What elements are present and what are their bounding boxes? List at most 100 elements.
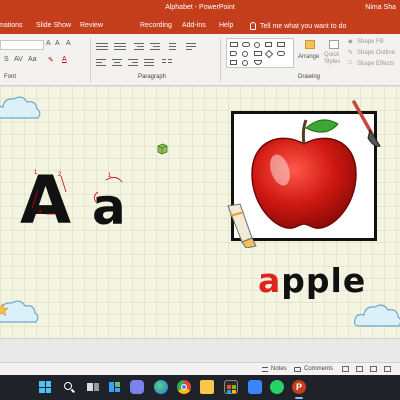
shape-outline-button[interactable]: Shape Outline ✎: [348, 49, 400, 58]
photos-icon[interactable]: [248, 380, 262, 394]
tab-recording[interactable]: Recording: [140, 22, 172, 29]
ribbon-tab-bar: mations Slide Show Review Recording Add-…: [0, 17, 400, 34]
paragraph-group-label: Paragraph: [138, 74, 167, 80]
powerpoint-icon[interactable]: P: [292, 380, 306, 394]
task-view-icon[interactable]: [86, 380, 100, 394]
active-app-indicator: [295, 397, 303, 399]
effects-icon: □: [348, 60, 352, 66]
justify-icon[interactable]: [144, 58, 154, 66]
slide-show-view-icon[interactable]: [384, 366, 391, 372]
window-title: Alphabet - PowerPoint: [165, 4, 235, 11]
font-color-icon[interactable]: A: [62, 56, 67, 63]
circle-shape-icon[interactable]: [242, 51, 248, 57]
tab-review[interactable]: Review: [80, 22, 103, 29]
shape-effects-button[interactable]: Shape Effects □: [348, 60, 400, 69]
word-rest: pple: [281, 261, 367, 300]
rectangle-shape-icon[interactable]: [277, 42, 285, 47]
arrange-button[interactable]: Arrange: [298, 38, 324, 68]
star-icon: [0, 304, 8, 316]
arrange-icon: [305, 40, 315, 49]
slide-canvas[interactable]: A a 1 2 3 1 apple: [0, 86, 400, 338]
char-spacing-icon[interactable]: AV: [14, 56, 23, 63]
arrange-label: Arrange: [298, 54, 320, 60]
align-right-icon[interactable]: [128, 58, 138, 66]
lightbulb-icon: [250, 22, 256, 30]
paint-tube-icon: [227, 203, 257, 248]
comments-button[interactable]: Comments: [294, 366, 333, 372]
textbox-shape-icon[interactable]: [265, 42, 272, 47]
shape-outline-label: Shape Outline: [357, 50, 396, 56]
tab-slide-show[interactable]: Slide Show: [36, 22, 71, 29]
grow-font-icon[interactable]: A: [46, 40, 51, 47]
teams-chat-icon[interactable]: [130, 380, 144, 394]
paint-bucket-icon: ◆: [348, 39, 353, 45]
columns-icon[interactable]: [162, 58, 172, 66]
flowchart-shape-icon[interactable]: [254, 60, 262, 65]
tell-me-search[interactable]: Tell me what you want to do: [250, 22, 346, 30]
tab-animations[interactable]: mations: [0, 22, 23, 29]
arrow-shape-icon[interactable]: [230, 51, 237, 56]
notes-pane[interactable]: [0, 338, 400, 362]
normal-view-icon[interactable]: [342, 366, 349, 372]
group-separator: [220, 38, 221, 82]
stroke-arrows: [31, 175, 123, 215]
whatsapp-icon[interactable]: [270, 380, 284, 394]
title-bar: Alphabet - PowerPoint Nima Sha: [0, 0, 400, 17]
comments-label: Comments: [304, 366, 334, 372]
search-icon[interactable]: [62, 380, 76, 394]
reading-view-icon[interactable]: [370, 366, 377, 372]
tab-add-ins[interactable]: Add-ins: [182, 22, 206, 29]
quick-styles-label: Quick Styles: [324, 52, 341, 65]
widgets-icon[interactable]: [108, 380, 122, 394]
drawing-group-label: Drawing: [298, 74, 321, 80]
diamond-shape-icon[interactable]: [264, 49, 274, 59]
user-name[interactable]: Nima Sha: [365, 4, 396, 11]
highlight-icon[interactable]: ✎: [48, 56, 54, 64]
shrink-font-icon[interactable]: A: [55, 40, 60, 47]
edge-icon[interactable]: [154, 380, 168, 394]
pen-icon: ✎: [348, 50, 354, 56]
rectangle-shape-icon[interactable]: [230, 42, 238, 47]
status-bar: Notes Comments: [0, 362, 400, 375]
word-first-letter: a: [258, 261, 282, 300]
quick-styles-button[interactable]: Quick Styles: [324, 38, 346, 70]
tab-help[interactable]: Help: [219, 22, 233, 29]
rectangle-shape-icon[interactable]: [254, 51, 262, 56]
numbering-icon[interactable]: [114, 42, 126, 50]
increase-indent-icon[interactable]: [150, 42, 160, 50]
clear-format-icon[interactable]: A: [66, 40, 71, 47]
cloud-icon: [353, 304, 400, 327]
callout-shape-icon[interactable]: [277, 51, 285, 56]
ribbon: A A A S AV Aa ✎ A Font Paragraph Arrange…: [0, 34, 400, 86]
notes-label: Notes: [271, 366, 287, 372]
rectangle-shape-icon[interactable]: [230, 60, 237, 65]
decrease-indent-icon[interactable]: [134, 42, 144, 50]
align-left-icon[interactable]: [96, 58, 106, 66]
font-name-box[interactable]: [0, 40, 44, 50]
quick-styles-icon: [329, 40, 339, 49]
font-group-label: Font: [4, 74, 17, 80]
cube-icon: [157, 143, 168, 155]
shape-fill-button[interactable]: Shape Fill ◆: [348, 38, 400, 47]
line-spacing-icon[interactable]: [166, 42, 176, 50]
bullets-icon[interactable]: [96, 42, 108, 50]
comments-icon: [294, 366, 301, 372]
windows-taskbar: P: [0, 375, 400, 400]
notes-button[interactable]: Notes: [262, 366, 287, 372]
change-case-icon[interactable]: Aa: [28, 56, 37, 63]
align-center-icon[interactable]: [112, 58, 122, 66]
example-word[interactable]: apple: [258, 264, 366, 297]
text-direction-icon[interactable]: [186, 42, 196, 50]
shape-fill-label: Shape Fill: [357, 39, 384, 45]
slide-sorter-icon[interactable]: [356, 366, 363, 372]
circle-shape-icon[interactable]: [242, 60, 248, 66]
tell-me-text: Tell me what you want to do: [260, 22, 347, 30]
oval-shape-icon[interactable]: [254, 42, 260, 48]
store-icon[interactable]: [224, 380, 238, 394]
rounded-rect-shape-icon[interactable]: [242, 42, 250, 47]
file-explorer-icon[interactable]: [200, 380, 214, 394]
windows-start-icon[interactable]: [38, 380, 52, 394]
chrome-icon[interactable]: [177, 380, 191, 394]
shapes-gallery[interactable]: [226, 38, 294, 68]
strikethrough-icon[interactable]: S: [4, 56, 9, 63]
